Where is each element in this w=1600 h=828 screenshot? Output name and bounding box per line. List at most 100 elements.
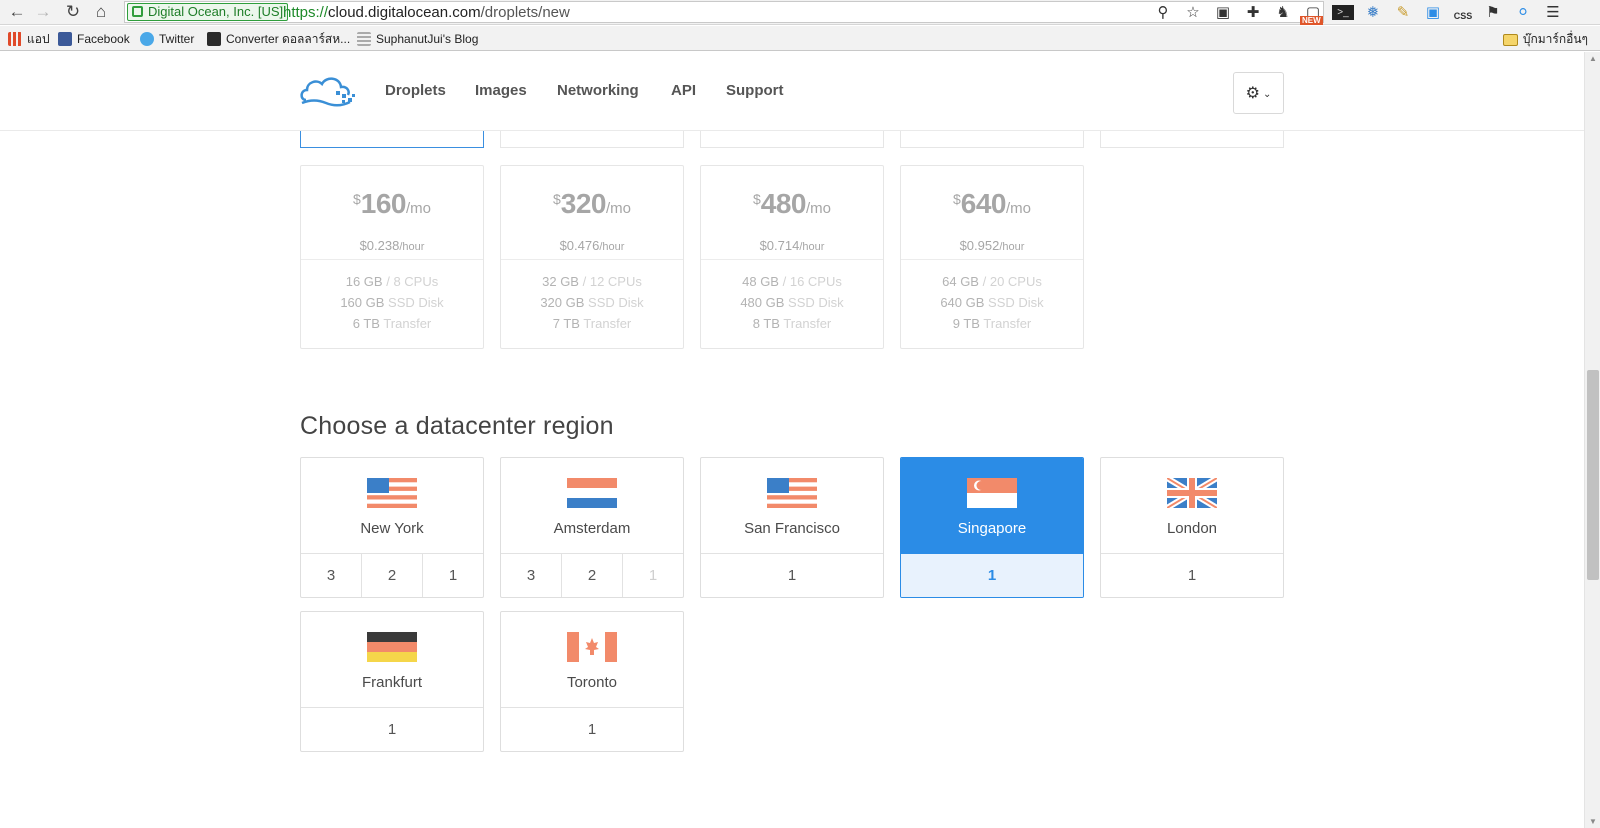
key-icon[interactable]: ⚲ (1152, 2, 1174, 23)
chevron-down-icon: ⌄ (1262, 88, 1272, 100)
us-flag-icon (767, 478, 817, 508)
transfer-value: 9 TB (952, 316, 980, 331)
chess-knight-icon[interactable]: ♞ (1272, 2, 1294, 23)
other-bookmarks[interactable]: บุ๊กมาร์กอื่นๆ (1502, 30, 1588, 49)
monthly-amount: 480 (760, 188, 807, 219)
extension-icons: ⚲ ☆ ▣ ✚ ♞ ▢ NEW >_ ❅ ✎ ▣ CSS ⚑ ⚪ ☰ (1152, 2, 1564, 25)
sync-icon[interactable]: ⚪ (1512, 2, 1534, 23)
spec-memory-cpu: 64 GB / 20 CPUs (942, 274, 1042, 289)
cpu-value: 12 CPUs (589, 274, 642, 289)
url-text[interactable]: https://cloud.digitalocean.com/droplets/… (283, 4, 570, 21)
forward-arrow-icon[interactable]: → (32, 2, 54, 22)
scroll-down-arrow-icon[interactable]: ▼ (1588, 817, 1598, 826)
per-month-label: /mo (1006, 200, 1032, 217)
transfer-value: 7 TB (552, 316, 580, 331)
datacenter-option[interactable]: 2 (562, 554, 623, 597)
region-card-singapore[interactable]: Singapore 1 (900, 457, 1084, 598)
datacenter-options: 3 2 1 (501, 553, 683, 597)
region-card-frankfurt[interactable]: Frankfurt 1 (300, 611, 484, 752)
hourly-price: $0.714/hour (701, 238, 883, 253)
disk-value: 160 GB (340, 295, 385, 310)
bookmark-blog[interactable]: SuphanutJui's Blog (357, 30, 478, 48)
datacenter-option[interactable]: 1 (701, 554, 883, 597)
size-card-480[interactable]: $480/mo $0.714/hour 48 GB / 16 CPUs 480 … (700, 165, 884, 349)
size-card-160[interactable]: $160/mo $0.238/hour 16 GB / 8 CPUs 160 G… (300, 165, 484, 349)
new-badge: NEW (1300, 16, 1323, 25)
nav-support[interactable]: Support (726, 82, 784, 99)
spec-disk: 480 GB SSD Disk (701, 295, 883, 310)
transfer-label: Transfer (783, 316, 832, 331)
region-card-toronto[interactable]: Toronto 1 (500, 611, 684, 752)
monthly-price: $480/mo (701, 188, 883, 220)
hourly-price: $0.476/hour (501, 238, 683, 253)
window-icon[interactable]: ▣ (1422, 2, 1444, 23)
url-path: /droplets/new (480, 4, 570, 21)
divider (301, 259, 483, 260)
datacenter-option[interactable]: 1 (301, 708, 483, 751)
address-bar[interactable]: Digital Ocean, Inc. [US] https://cloud.d… (124, 1, 1324, 23)
bookmark-label: Twitter (159, 32, 195, 46)
datacenter-option[interactable]: 1 (501, 708, 683, 751)
css-pencil-icon[interactable]: CSS (1452, 2, 1474, 23)
snowflake-icon[interactable]: ❅ (1362, 2, 1384, 23)
lock-icon (132, 6, 143, 17)
spec-memory-cpu: 48 GB / 16 CPUs (742, 274, 842, 289)
nav-images[interactable]: Images (475, 82, 527, 99)
region-name: Amsterdam (553, 520, 631, 537)
region-card-london[interactable]: London 1 (1100, 457, 1284, 598)
region-card-new-york[interactable]: New York 3 2 1 (300, 457, 484, 598)
cpu-value: 16 CPUs (789, 274, 842, 289)
datacenter-option[interactable]: 3 (501, 554, 562, 597)
menu-icon[interactable]: ☰ (1542, 2, 1564, 23)
singapore-flag-icon (967, 478, 1017, 508)
spec-transfer: 9 TB Transfer (901, 316, 1083, 331)
nav-droplets[interactable]: Droplets (385, 82, 446, 99)
netherlands-flag-icon (567, 478, 617, 508)
scroll-up-arrow-icon[interactable]: ▲ (1588, 54, 1598, 63)
datacenter-option-selected[interactable]: 1 (901, 554, 1083, 597)
star-bookmark-icon[interactable]: ☆ (1182, 2, 1204, 23)
bookmark-label: Facebook (77, 32, 130, 46)
canada-flag-icon (567, 632, 617, 662)
region-card-amsterdam[interactable]: Amsterdam 3 2 1 (500, 457, 684, 598)
bookmark-label: แอป (27, 31, 50, 46)
terminal-icon[interactable]: >_ (1332, 5, 1354, 20)
digitalocean-logo-icon[interactable] (300, 74, 356, 108)
size-card-320[interactable]: $320/mo $0.476/hour 32 GB / 12 CPUs 320 … (500, 165, 684, 349)
binoculars-icon[interactable]: ▣ (1212, 2, 1234, 23)
spec-memory-cpu: 16 GB / 8 CPUs (345, 274, 439, 289)
bookmark-label: Converter ดอลลาร์สห... (226, 31, 351, 46)
datacenter-option[interactable]: 3 (301, 554, 362, 597)
page-scrollbar[interactable]: ▲ ▼ (1584, 52, 1600, 828)
notepad-icon[interactable]: ✎ (1392, 2, 1414, 23)
memory-value: 48 GB (742, 274, 779, 289)
datacenter-option[interactable]: 1 (1101, 554, 1283, 597)
bookmark-converter[interactable]: Converter ดอลลาร์สห... (207, 30, 350, 48)
per-hour-label: /hour (599, 241, 625, 253)
bookmark-twitter[interactable]: Twitter (140, 30, 194, 48)
reload-icon[interactable]: ↻ (62, 2, 84, 22)
datacenter-option[interactable]: 1 (423, 554, 483, 597)
scrollbar-thumb[interactable] (1587, 370, 1599, 580)
disk-label: SSD Disk (988, 295, 1044, 310)
per-month-label: /mo (606, 200, 632, 217)
ninja-icon[interactable]: ⚑ (1482, 2, 1504, 23)
back-arrow-icon[interactable]: ← (6, 2, 28, 22)
crosshair-icon[interactable]: ✚ (1242, 2, 1264, 23)
datacenter-option[interactable]: 2 (362, 554, 423, 597)
region-card-san-francisco[interactable]: San Francisco 1 (700, 457, 884, 598)
size-card-640[interactable]: $640/mo $0.952/hour 64 GB / 20 CPUs 640 … (900, 165, 1084, 349)
bookmark-facebook[interactable]: Facebook (58, 30, 130, 48)
bookmark-apps[interactable]: แอป (8, 30, 50, 48)
spec-transfer: 6 TB Transfer (301, 316, 483, 331)
home-icon[interactable]: ⌂ (90, 2, 112, 22)
nav-api[interactable]: API (671, 82, 696, 99)
nav-networking[interactable]: Networking (557, 82, 639, 99)
memory-value: 64 GB (942, 274, 979, 289)
hourly-amount: $0.476 (559, 238, 600, 253)
screen-capture-new-icon[interactable]: ▢ NEW (1300, 2, 1324, 25)
spec-transfer: 8 TB Transfer (701, 316, 883, 331)
ev-certificate-badge[interactable]: Digital Ocean, Inc. [US] (127, 3, 289, 21)
facebook-icon (58, 32, 72, 46)
settings-menu-button[interactable]: ⚙ ⌄ (1233, 72, 1284, 114)
